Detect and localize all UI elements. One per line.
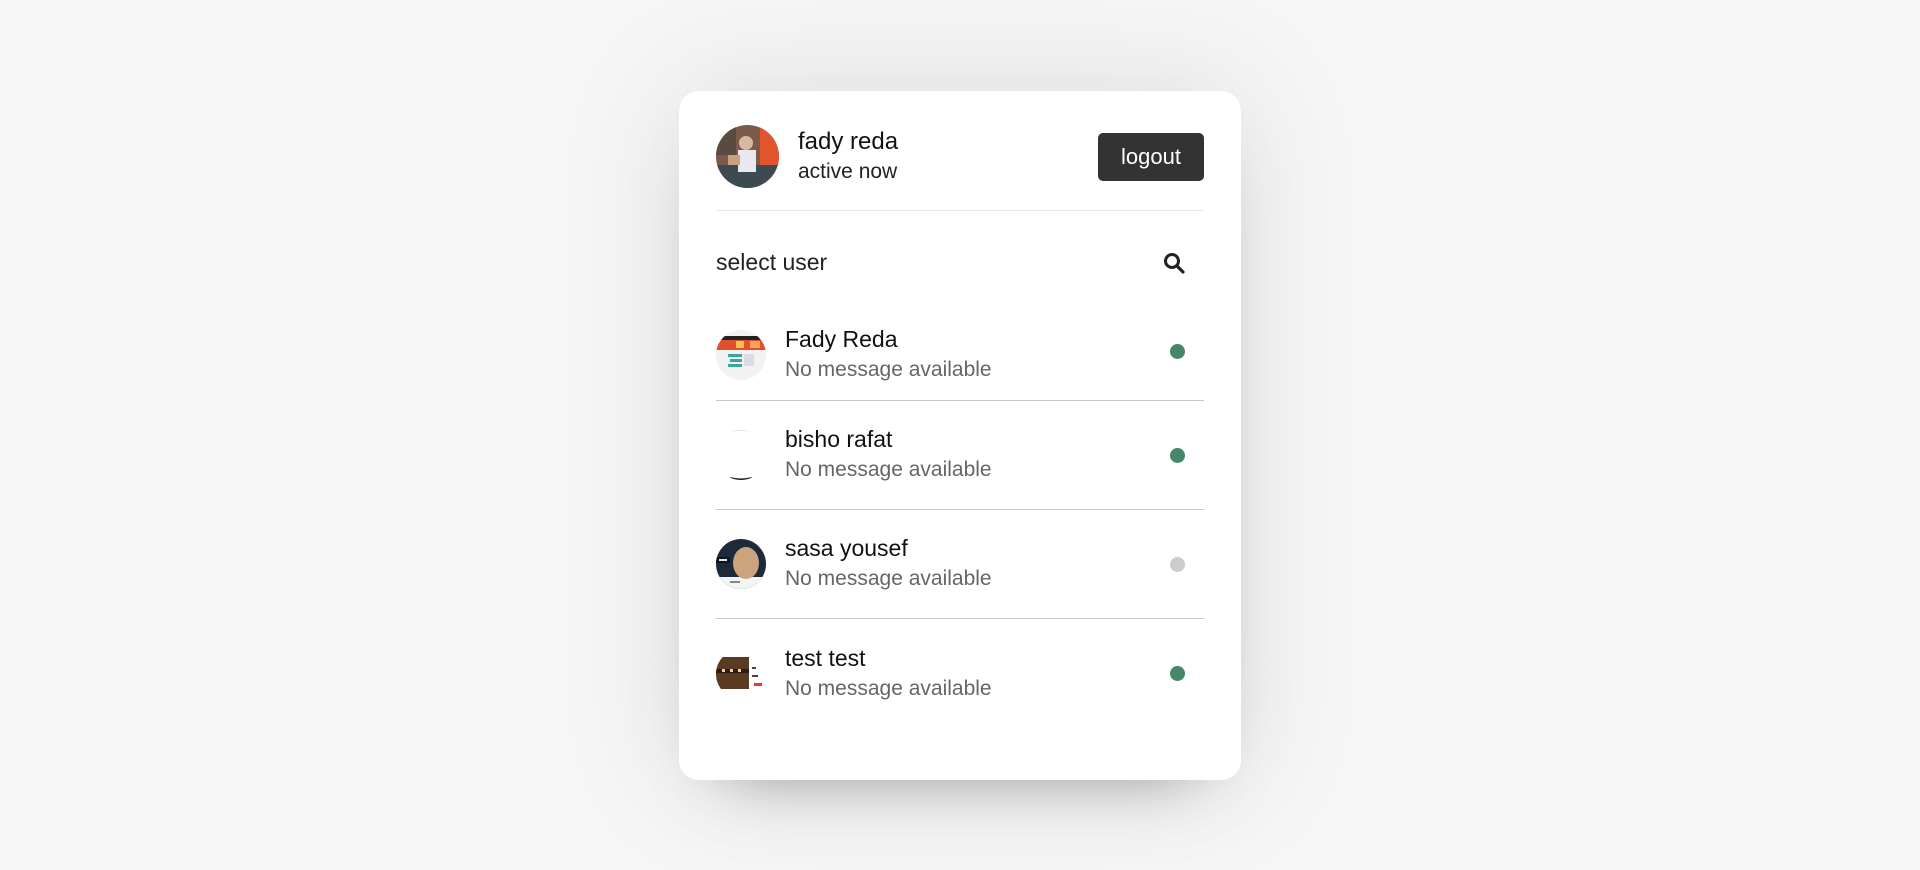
search-bar: select user [716,211,1204,312]
user-last-message: No message available [785,567,992,590]
user-last-message: No message available [785,676,992,700]
user-info: sasa yousef No message available [785,533,1170,595]
user-list-item[interactable]: Fady Reda No message available [716,312,1204,401]
user-last-message: No message available [785,458,992,481]
user-avatar [716,539,766,589]
chat-users-card: fady reda active now logout select user [679,91,1241,780]
current-user-status: active now [798,159,898,183]
user-name: test test [785,644,866,671]
user-avatar [716,648,766,699]
status-online-dot [1170,666,1185,681]
current-user-avatar [716,125,779,188]
status-online-dot [1170,344,1185,359]
user-avatar [716,330,766,380]
user-list-item[interactable]: sasa yousef No message available [716,510,1204,619]
user-info: bisho rafat No message available [785,424,1170,486]
status-offline-dot [1170,556,1185,572]
status-online-dot [1170,447,1185,463]
user-list-item[interactable]: test test No message available [716,619,1204,728]
user-name: Fady Reda [785,326,898,352]
user-name: bisho rafat [785,426,893,452]
user-info: test test No message available [785,643,1170,705]
current-user-details: fady reda active now [798,127,1098,187]
search-label: select user [716,249,828,275]
profile-header: fady reda active now logout [716,91,1204,211]
logout-button[interactable]: logout [1098,132,1204,181]
search-icon[interactable] [1154,243,1194,283]
users-list: Fady Reda No message available bisho raf… [716,312,1204,728]
user-info: Fady Reda No message available [785,324,1170,386]
user-list-item[interactable]: bisho rafat No message available [716,401,1204,510]
user-avatar [716,430,766,480]
current-user-name: fady reda [798,127,899,155]
user-last-message: No message available [785,358,992,381]
user-name: sasa yousef [785,535,908,561]
